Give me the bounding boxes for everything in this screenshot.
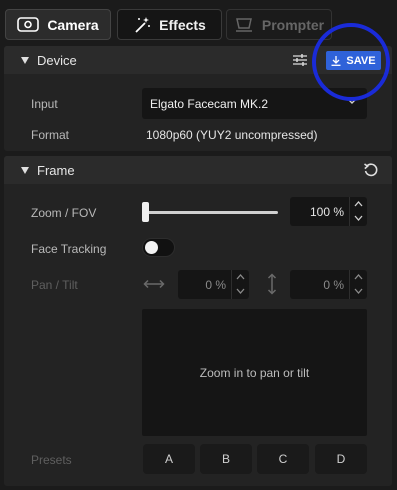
zoom-slider-thumb[interactable] — [142, 202, 149, 222]
preset-a-button[interactable]: A — [143, 444, 195, 474]
pan-tilt-label: Pan / Tilt — [31, 278, 78, 292]
tilt-stepper[interactable]: 0 % — [290, 270, 367, 299]
tab-prompter-label: Prompter — [261, 16, 325, 33]
zoom-slider-track[interactable] — [147, 211, 278, 214]
reset-icon[interactable] — [363, 162, 379, 178]
toggle-knob — [145, 241, 158, 254]
input-select-value: Elgato Facecam MK.2 — [150, 97, 269, 111]
chevron-down-icon[interactable] — [353, 212, 364, 224]
highlight-ring — [312, 23, 390, 101]
tilt-stepper-arrows — [349, 270, 367, 299]
pan-stepper[interactable]: 0 % — [178, 270, 249, 299]
zoom-value: 100 % — [309, 205, 344, 219]
frame-panel-header[interactable]: Frame — [4, 156, 392, 184]
zoom-stepper-arrows — [349, 197, 367, 226]
sliders-icon[interactable] — [293, 53, 307, 67]
tab-camera-label: Camera — [47, 16, 99, 33]
frame-panel-title: Frame — [37, 163, 75, 178]
pan-value: 0 % — [205, 278, 226, 292]
presets-label: Presets — [31, 453, 72, 467]
tab-prompter[interactable]: Prompter — [226, 9, 332, 40]
frame-panel: Frame Zoom / FOV 100 % Face Tracking Pan… — [4, 156, 392, 486]
device-panel-title: Device — [37, 53, 77, 68]
zoom-label: Zoom / FOV — [31, 206, 97, 220]
chevron-down-icon[interactable] — [235, 285, 246, 297]
pan-arrows-icon — [143, 279, 165, 289]
input-label: Input — [31, 97, 58, 111]
chevron-down-icon[interactable] — [353, 285, 364, 297]
camera-icon — [17, 17, 40, 32]
preset-b-button[interactable]: B — [200, 444, 252, 474]
tab-effects[interactable]: Effects — [117, 9, 222, 40]
pan-tilt-preview[interactable]: Zoom in to pan or tilt — [142, 309, 367, 436]
collapse-caret-icon[interactable] — [21, 57, 29, 64]
tab-camera[interactable]: Camera — [5, 9, 111, 40]
tab-effects-label: Effects — [159, 16, 206, 33]
chevron-up-icon[interactable] — [235, 271, 246, 283]
face-tracking-label: Face Tracking — [31, 242, 107, 256]
pan-stepper-arrows — [231, 270, 249, 299]
collapse-caret-icon[interactable] — [21, 167, 29, 174]
prompter-icon — [235, 17, 252, 32]
format-label: Format — [31, 128, 70, 142]
format-value: 1080p60 (YUY2 uncompressed) — [146, 128, 318, 142]
chevron-up-icon[interactable] — [353, 271, 364, 283]
zoom-stepper[interactable]: 100 % — [290, 197, 367, 226]
preset-c-button[interactable]: C — [257, 444, 309, 474]
face-tracking-toggle[interactable] — [142, 238, 175, 257]
tilt-value: 0 % — [323, 278, 344, 292]
chevron-up-icon[interactable] — [353, 198, 364, 210]
preview-hint: Zoom in to pan or tilt — [199, 366, 310, 380]
preset-d-button[interactable]: D — [315, 444, 367, 474]
magic-wand-icon — [135, 16, 151, 33]
tilt-arrows-icon — [267, 273, 277, 295]
